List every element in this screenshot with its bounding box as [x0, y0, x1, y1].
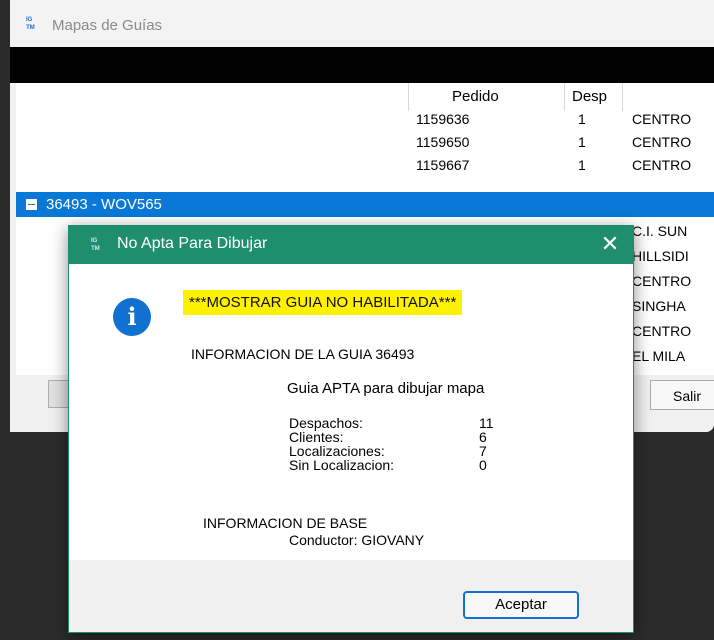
- cell-destino[interactable]: CENTRO: [632, 131, 691, 153]
- base-info-heading: INFORMACION DE BASE: [203, 515, 368, 531]
- column-header-desp[interactable]: Desp: [572, 88, 620, 110]
- cell-destino[interactable]: SINGHA: [632, 295, 686, 317]
- warning-message: ***MOSTRAR GUIA NO HABILITADA***: [183, 290, 463, 315]
- cell-pedido[interactable]: 1159650: [416, 131, 469, 153]
- column-divider[interactable]: [564, 83, 565, 111]
- stat-value: 11: [479, 415, 494, 431]
- cell-destino[interactable]: HILLSIDI: [632, 245, 689, 267]
- stat-label: Clientes:: [289, 429, 344, 445]
- cell-destino[interactable]: CENTRO: [632, 108, 691, 130]
- accept-button[interactable]: Aceptar: [463, 591, 579, 619]
- app-map-icon: ᴵᴳ ᵀᴹ: [26, 15, 35, 33]
- toolbar-strip: [10, 47, 714, 83]
- conductor-text: Conductor: GIOVANY: [289, 532, 425, 548]
- window-title: Mapas de Guías: [52, 17, 163, 34]
- guia-info-heading: INFORMACION DE LA GUIA 36493: [191, 346, 415, 362]
- app-map-icon: ᴵᴳ ᵀᴹ: [91, 236, 100, 254]
- exit-button[interactable]: Salir: [650, 380, 714, 410]
- cell-desp[interactable]: 1: [578, 131, 586, 153]
- stat-value: 7: [479, 443, 487, 459]
- stat-label: Despachos:: [289, 415, 363, 431]
- stat-label: Localizaciones:: [289, 443, 385, 459]
- cell-destino[interactable]: CENTRO: [632, 154, 691, 176]
- cell-pedido[interactable]: 1159636: [416, 108, 469, 130]
- group-row-label: 36493 - WOV565: [46, 196, 162, 213]
- no-apta-dialog: ᴵᴳ ᵀᴹ No Apta Para Dibujar ✕ i ***MOSTRAR…: [68, 225, 634, 633]
- cell-desp[interactable]: 1: [578, 154, 586, 176]
- column-divider: [408, 83, 409, 111]
- info-icon: i: [113, 298, 151, 336]
- dialog-title: No Apta Para Dibujar: [117, 235, 268, 252]
- column-header-pedido[interactable]: Pedido: [452, 88, 499, 110]
- cell-destino[interactable]: EL MILA: [632, 345, 685, 367]
- cell-destino[interactable]: CENTRO: [632, 270, 691, 292]
- close-icon[interactable]: ✕: [597, 230, 623, 258]
- main-title-bar: ᴵᴳ ᵀᴹ Mapas de Guías: [10, 0, 714, 47]
- dialog-title-bar: ᴵᴳ ᵀᴹ No Apta Para Dibujar ✕: [69, 226, 633, 264]
- cell-pedido[interactable]: 1159667: [416, 154, 469, 176]
- stat-label: Sin Localizacion:: [289, 457, 395, 473]
- column-divider[interactable]: [622, 83, 623, 111]
- apta-status-text: Guia APTA para dibujar mapa: [287, 380, 485, 397]
- stat-value: 0: [479, 457, 487, 473]
- stat-value: 6: [479, 429, 487, 445]
- cell-destino[interactable]: CENTRO: [632, 320, 691, 342]
- cell-destino[interactable]: C.I. SUN: [632, 220, 687, 242]
- group-row-selected[interactable]: 36493 - WOV565: [16, 192, 714, 217]
- cell-desp[interactable]: 1: [578, 108, 586, 130]
- collapse-icon[interactable]: [26, 199, 37, 210]
